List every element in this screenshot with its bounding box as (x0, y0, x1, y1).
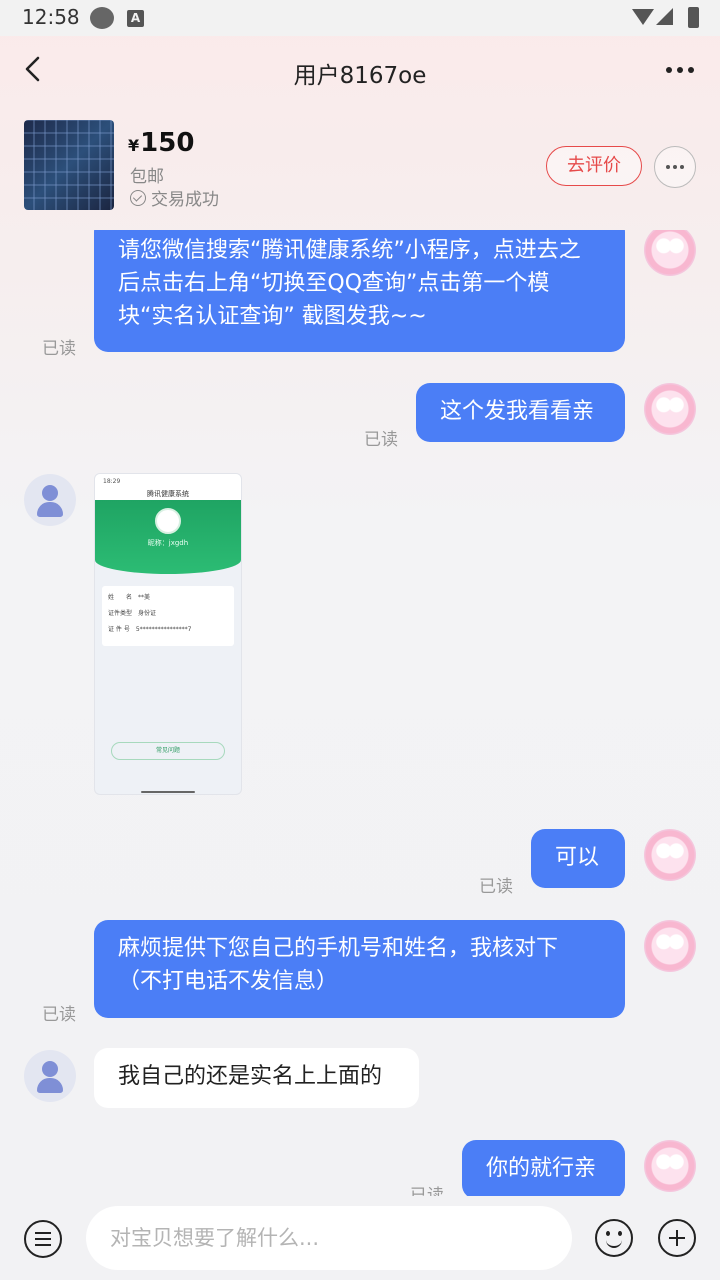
trade-status-label: 交易成功 (151, 190, 219, 210)
review-button[interactable]: 去评价 (546, 146, 642, 186)
message-bubble[interactable]: 可以 (531, 829, 625, 888)
image-preview-info: 姓 名 **美 证件类型 身份证 证 件 号 5****************… (102, 586, 234, 646)
message-bubble[interactable]: 这个发我看看亲 (416, 383, 625, 442)
signal-icon (656, 8, 673, 25)
nav-bar: 用户8167oe (0, 36, 720, 106)
image-preview-button: 常见问题 (111, 742, 225, 760)
seller-avatar[interactable] (24, 474, 76, 526)
wifi-icon (632, 9, 654, 25)
input-bar (0, 1196, 720, 1280)
seller-avatar[interactable] (24, 1050, 76, 1102)
image-preview-time: 18:29 (103, 478, 121, 485)
more-options-icon[interactable] (662, 56, 698, 84)
chat-message-list[interactable]: 请您微信搜索“腾讯健康系统”小程序，点进去之后点击右上角“切换至QQ查询”点击第… (0, 230, 720, 1196)
message-bubble[interactable]: 请您微信搜索“腾讯健康系统”小程序，点进去之后点击右上角“切换至QQ查询”点击第… (94, 230, 625, 352)
my-avatar[interactable] (644, 1140, 696, 1192)
read-receipt: 已读 (410, 1186, 444, 1196)
currency-symbol: ¥ (128, 136, 140, 155)
status-bar: 12:58 A (0, 0, 720, 36)
my-avatar[interactable] (644, 920, 696, 972)
product-thumbnail[interactable] (24, 120, 114, 210)
app-notification-icon (90, 7, 114, 29)
message-bubble[interactable]: 你的就行亲 (462, 1140, 625, 1196)
a-notification-icon: A (127, 10, 144, 27)
my-avatar[interactable] (644, 829, 696, 881)
menu-button[interactable] (24, 1220, 62, 1258)
product-price: ¥150 (128, 128, 194, 158)
battery-icon (688, 7, 699, 28)
image-preview-info-row: 证件类型 身份证 (108, 610, 157, 617)
image-message[interactable]: 18:29 腾讯健康系统 昵称：jxgdh 姓 名 **美 证件类型 身份证 证… (94, 473, 242, 795)
shipping-label: 包邮 (130, 167, 164, 187)
read-receipt: 已读 (42, 339, 76, 359)
add-attachment-button[interactable] (658, 1219, 696, 1257)
image-preview-handle (141, 791, 195, 793)
read-receipt: 已读 (479, 877, 513, 897)
image-preview-topbar: 18:29 腾讯健康系统 (95, 474, 241, 500)
card-more-button[interactable] (654, 146, 696, 188)
read-receipt: 已读 (364, 430, 398, 450)
status-time: 12:58 (22, 5, 80, 29)
chat-title: 用户8167oe (293, 63, 427, 89)
image-preview-info-row: 证 件 号 5****************7 (108, 626, 192, 633)
image-preview-header: 昵称：jxgdh (95, 500, 241, 574)
image-preview-title: 腾讯健康系统 (147, 490, 189, 498)
trade-status: 交易成功 (130, 185, 219, 210)
message-input[interactable] (86, 1206, 572, 1270)
read-receipt: 已读 (42, 1005, 76, 1025)
image-preview-nickname: 昵称：jxgdh (147, 539, 189, 547)
image-preview-info-row: 姓 名 **美 (108, 594, 151, 601)
image-preview-avatar (155, 508, 181, 534)
emoji-button[interactable] (595, 1219, 633, 1257)
price-value: 150 (140, 128, 195, 158)
message-bubble[interactable]: 麻烦提供下您自己的手机号和姓名，我核对下（不打电话不发信息） (94, 920, 625, 1018)
product-card[interactable]: ¥150 包邮 交易成功 去评价 (0, 106, 720, 230)
message-bubble[interactable]: 我自己的还是实名上上面的 (94, 1048, 419, 1108)
my-avatar[interactable] (644, 230, 696, 276)
my-avatar[interactable] (644, 383, 696, 435)
check-circle-icon (130, 189, 146, 206)
